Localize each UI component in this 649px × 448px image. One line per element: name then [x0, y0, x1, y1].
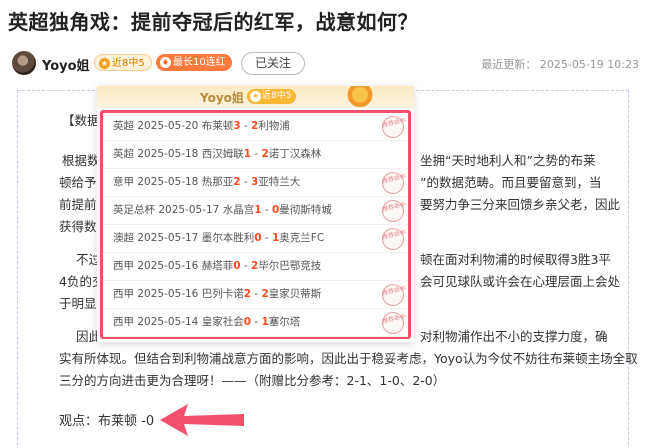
- popup-streak-label: 近8中5: [262, 91, 292, 101]
- match-league: 澳超: [113, 232, 138, 244]
- home-score: 2: [243, 288, 252, 300]
- match-date: 2025-05-16: [137, 288, 202, 300]
- fire-icon: ★: [250, 91, 261, 102]
- hit-stamp-icon: 推荐命中: [379, 281, 407, 309]
- recent-record-label: 近8中5: [112, 58, 145, 69]
- popup-header: Yoyo姐 ★ 近8中5: [97, 86, 414, 108]
- hit-stamp-icon: 推荐命中: [379, 197, 407, 225]
- match-date: 2025-05-20: [137, 120, 202, 132]
- streak-badge: ♦ 最长10连红: [156, 54, 232, 71]
- match-home: 墨尔本胜利: [201, 232, 255, 244]
- hit-stamp-icon: 推荐命中: [379, 169, 407, 197]
- update-time: 最近更新： 2025-05-19 10:23: [481, 58, 639, 71]
- hit-stamp-icon: 推荐命中: [379, 309, 407, 337]
- article-line: 三分的方向进击更为合理呀！——（附赠比分参考：2-1、1-0、2-0）: [59, 373, 446, 388]
- article-line: ”的数据范畴。而且要留意到，当: [420, 175, 602, 190]
- article-line: 对利物浦作出不小的支撑力度，确: [420, 329, 608, 344]
- home-score: 2: [233, 176, 241, 188]
- viewpoint-label: 观点：布莱顿 -0: [59, 414, 155, 429]
- recent-record-badge: ★ 近8中5: [94, 54, 152, 71]
- record-popup: Yoyo姐 ★ 近8中5 英超 2025-05-20 布莱顿3 - 2利物浦 推荐命…: [97, 86, 414, 342]
- score-separator: -: [251, 148, 262, 160]
- score-separator: -: [240, 260, 251, 272]
- match-row[interactable]: 意甲 2025-05-18 热那亚2 - 3亚特兰大 推荐命中: [103, 169, 408, 197]
- article-line: 根据数: [62, 153, 100, 168]
- article-line: 坐拥“天时地利人和”之势的布莱: [420, 153, 596, 168]
- pointer-arrow-icon: [160, 404, 244, 436]
- away-score: 2: [261, 148, 269, 160]
- article-line: 顿在面对利物浦的时候取得3胜3平: [420, 252, 611, 267]
- home-score: 0: [233, 260, 241, 272]
- match-date: 2025-05-18: [137, 176, 202, 188]
- score-separator: -: [240, 176, 251, 188]
- match-row[interactable]: 英足总杯 2025-05-17 水晶宫1 - 0曼彻斯特城 推荐命中: [103, 197, 408, 225]
- score-separator: -: [261, 232, 272, 244]
- article-line: 【数据: [62, 113, 100, 128]
- hit-stamp-icon: 推荐命中: [379, 113, 407, 141]
- match-home: 巴列卡诺: [201, 288, 244, 300]
- popup-author-name: Yoyo姐: [200, 91, 244, 105]
- match-away: 皇家贝蒂斯: [268, 288, 322, 300]
- score-separator: -: [251, 288, 262, 300]
- match-record-list: 英超 2025-05-20 布莱顿3 - 2利物浦 推荐命中 英超 2025-05-…: [100, 110, 411, 339]
- match-home: 布莱顿: [201, 120, 234, 132]
- avatar[interactable]: [12, 51, 36, 75]
- match-row[interactable]: 英超 2025-05-18 西汉姆联1 - 2诺丁汉森林: [103, 141, 408, 169]
- author-name[interactable]: Yoyo姐: [42, 55, 90, 74]
- crest-icon: [342, 86, 378, 108]
- flame-icon: ♦: [160, 57, 171, 68]
- match-away: 毕尔巴鄂竞技: [258, 260, 322, 272]
- score-separator: -: [240, 120, 251, 132]
- away-score: 1: [261, 316, 269, 328]
- match-home: 水晶宫: [222, 204, 255, 216]
- match-date: 2025-05-17: [158, 204, 223, 216]
- match-row[interactable]: 西甲 2025-05-16 赫塔菲0 - 2毕尔巴鄂竞技: [103, 253, 408, 281]
- home-score: 0: [243, 316, 252, 328]
- fire-icon: ★: [99, 58, 110, 69]
- match-league: 英足总杯: [113, 204, 159, 216]
- match-home: 赫塔菲: [201, 260, 234, 272]
- match-league: 西甲: [113, 260, 138, 272]
- popup-streak-badge: ★ 近8中5: [247, 89, 297, 104]
- streak-label: 最长10连红: [173, 57, 226, 68]
- home-score: 0: [254, 232, 262, 244]
- match-row[interactable]: 澳超 2025-05-17 墨尔本胜利0 - 1奥克兰FC 推荐命中: [103, 225, 408, 253]
- match-date: 2025-05-14: [137, 316, 202, 328]
- match-row[interactable]: 英超 2025-05-20 布莱顿3 - 2利物浦 推荐命中: [103, 113, 408, 141]
- article-line: 实有所体现。但结合到利物浦战意方面的影响，因此出于稳妥考虑，Yoyo认为今仗不妨…: [59, 351, 638, 366]
- match-league: 意甲: [113, 176, 138, 188]
- home-score: 3: [233, 120, 241, 132]
- match-away: 亚特兰大: [258, 176, 301, 188]
- score-separator: -: [261, 204, 272, 216]
- match-date: 2025-05-18: [137, 148, 202, 160]
- match-date: 2025-05-17: [137, 232, 202, 244]
- author-bar: Yoyo姐 ★ 近8中5 ♦ 最长10连红 已关注 最近更新： 2025-05-…: [0, 48, 649, 78]
- match-row[interactable]: 西甲 2025-05-14 皇家社会0 - 1塞尔塔 推荐命中: [103, 309, 408, 337]
- match-home: 热那亚: [201, 176, 234, 188]
- match-row[interactable]: 西甲 2025-05-16 巴列卡诺2 - 2皇家贝蒂斯 推荐命中: [103, 281, 408, 309]
- match-away: 奥克兰FC: [279, 232, 325, 244]
- page-title: 英超独角戏：提前夺冠后的红军，战意如何？: [8, 10, 418, 34]
- match-away: 曼彻斯特城: [279, 204, 332, 216]
- match-home: 西汉姆联: [201, 148, 244, 160]
- article-line: 会可见球队或许会在心理层面上会处: [420, 274, 621, 289]
- home-score: 1: [254, 204, 262, 216]
- match-league: 英超: [113, 148, 138, 160]
- match-away: 利物浦: [258, 120, 290, 132]
- match-league: 英超: [113, 120, 138, 132]
- match-away: 诺丁汉森林: [268, 148, 322, 160]
- match-away: 塞尔塔: [268, 316, 301, 328]
- article-line: 要努力争三分来回馈乡亲父老，因此: [420, 197, 621, 212]
- match-league: 西甲: [113, 288, 138, 300]
- match-home: 皇家社会: [201, 316, 244, 328]
- away-score: 2: [261, 288, 269, 300]
- match-league: 西甲: [113, 316, 138, 328]
- follow-button[interactable]: 已关注: [241, 52, 305, 75]
- score-separator: -: [251, 316, 262, 328]
- home-score: 1: [243, 148, 252, 160]
- hit-stamp-icon: 推荐命中: [379, 225, 407, 253]
- match-date: 2025-05-16: [137, 260, 202, 272]
